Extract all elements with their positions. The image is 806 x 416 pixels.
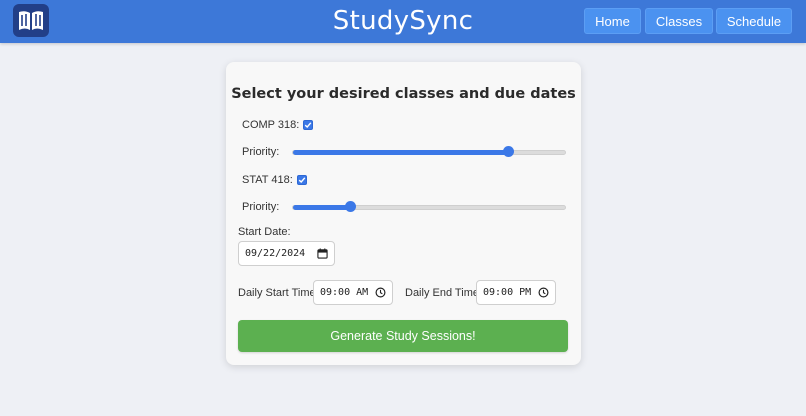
start-date-input[interactable]: 09/22/2024 [238,241,335,266]
nav-home-button[interactable]: Home [584,8,641,34]
generate-study-sessions-button[interactable]: Generate Study Sessions! [238,320,568,352]
clock-icon[interactable] [538,287,549,298]
checkbox-stat-418[interactable] [297,175,307,185]
start-date-value: 09/22/2024 [245,248,306,259]
class-label-comp-318: COMP 318: [242,119,300,131]
daily-start-label: Daily Start Time: [238,287,319,299]
slider-thumb[interactable] [345,201,357,212]
form-title: Select your desired classes and due date… [231,86,576,102]
daily-end-label: Daily End Time: [405,287,483,299]
daily-end-time-input[interactable]: 09:00 PM [476,280,556,305]
priority-slider-comp-318[interactable] [292,146,566,157]
priority-label-stat-418: Priority: [242,201,280,213]
priority-label-comp-318: Priority: [242,146,280,158]
calendar-icon[interactable] [317,248,328,259]
class-selection-card: Select your desired classes and due date… [226,62,581,365]
slider-fill [293,150,508,155]
daily-start-value: 09:00 AM [320,287,369,298]
slider-thumb[interactable] [502,146,514,157]
nav-classes-button[interactable]: Classes [645,8,713,34]
daily-end-value: 09:00 PM [483,287,532,298]
class-label-stat-418: STAT 418: [242,174,293,186]
slider-fill [293,205,351,210]
checkbox-comp-318[interactable] [303,120,313,130]
nav-schedule-button[interactable]: Schedule [716,8,792,34]
daily-start-time-input[interactable]: 09:00 AM [313,280,393,305]
checkmark-icon [304,122,312,129]
start-date-label: Start Date: [238,226,291,238]
priority-slider-stat-418[interactable] [292,201,566,212]
top-navbar: StudySync Home Classes Schedule [0,0,806,43]
checkmark-icon [298,177,306,184]
clock-icon[interactable] [375,287,386,298]
